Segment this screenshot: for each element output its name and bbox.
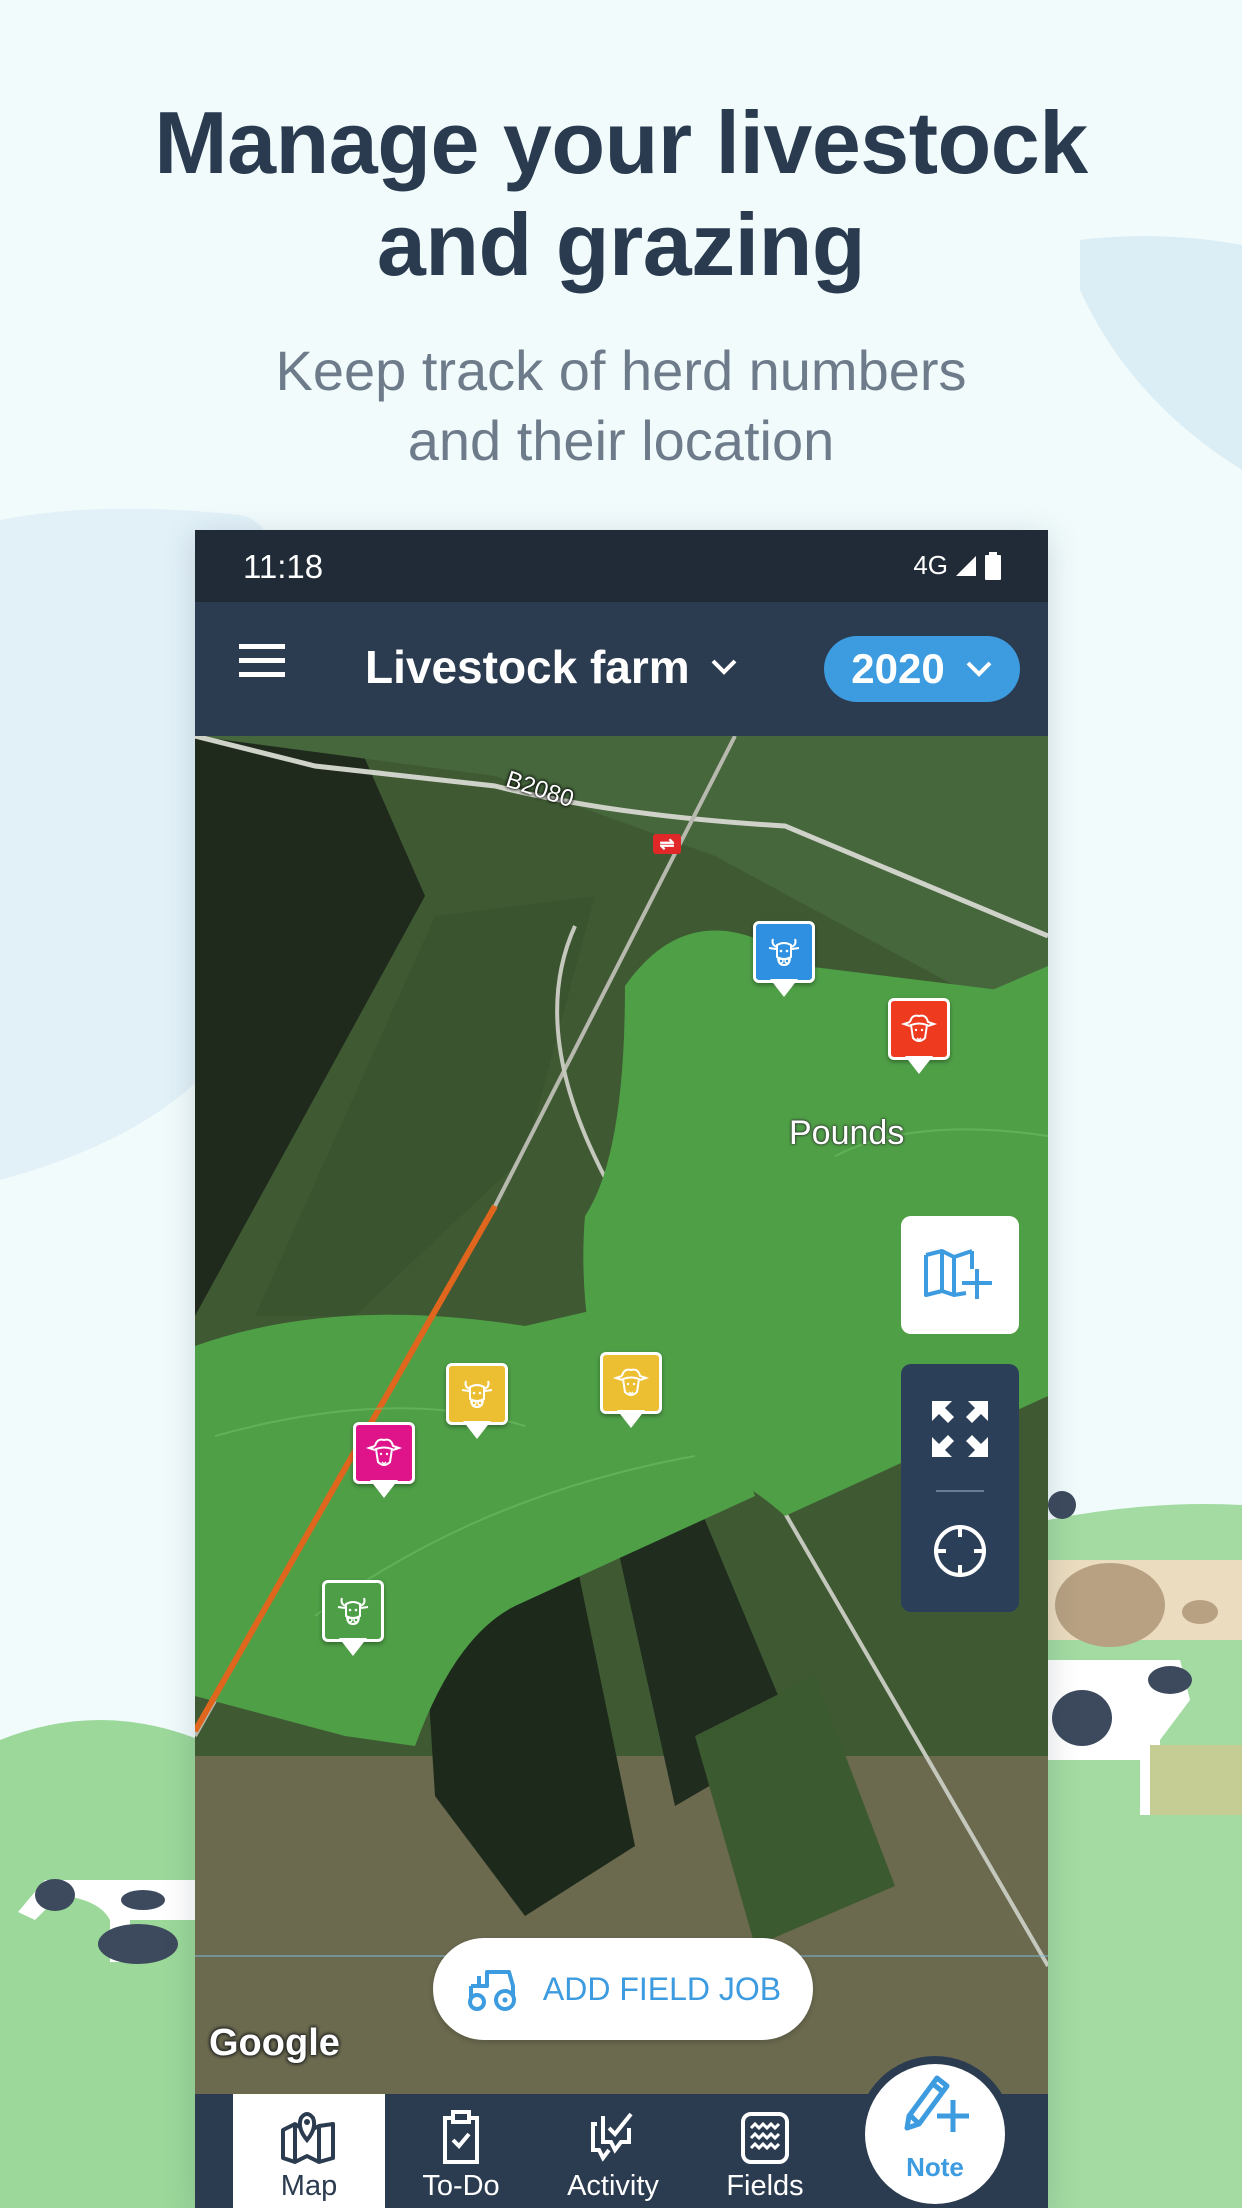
headline-line-2: and grazing (376, 195, 866, 294)
headline-line-1: Manage your livestock (154, 93, 1088, 192)
cow-icon (768, 938, 800, 967)
add-field-button[interactable] (901, 1216, 1019, 1334)
add-field-job-label: ADD FIELD JOB (542, 1970, 782, 2007)
sheep-icon (900, 1014, 938, 1042)
nav-label-map: Map (280, 2170, 338, 2202)
place-label: Pounds (789, 1114, 905, 1152)
controls-divider (936, 1490, 984, 1492)
tractor-icon (467, 1970, 516, 2011)
clipboard-check-icon (443, 2110, 479, 2164)
add-field-job-button[interactable]: ADD FIELD JOB (433, 1938, 813, 2040)
map-controls (901, 1364, 1019, 1612)
map-plus-icon (924, 1249, 992, 1299)
year-value: 2020 (851, 645, 945, 692)
promo-subline: Keep track of herd numbers and their loc… (0, 336, 1242, 476)
note-label: Note (906, 2152, 964, 2182)
expand-arrows-icon (932, 1401, 988, 1457)
google-attribution: Google (209, 2022, 340, 2064)
phone-screen: 11:18 4G Livestock farm 2020 B2080 ⇌ Pou… (195, 530, 1048, 2208)
waves-field-icon (741, 2112, 789, 2164)
cell-signal-icon (956, 555, 976, 576)
status-time: 11:18 (243, 548, 324, 585)
livestock-marker-sheep[interactable] (353, 1422, 415, 1502)
year-selector[interactable]: 2020 (824, 636, 1020, 702)
subline-line-2: and their location (407, 409, 835, 472)
nav-label-todo: To-Do (422, 2170, 500, 2202)
sheep-icon (612, 1368, 650, 1396)
livestock-marker-cattle[interactable] (322, 1580, 384, 1660)
status-indicators: 4G (913, 550, 1002, 581)
nav-tab-map[interactable]: Map (233, 2094, 385, 2208)
locate-me-button[interactable] (901, 1496, 1019, 1606)
chevron-down-icon (966, 661, 992, 677)
nav-label-activity: Activity (567, 2170, 659, 2202)
sheep-icon (365, 1438, 403, 1466)
subline-line-1: Keep track of herd numbers (275, 339, 967, 402)
livestock-marker-cattle[interactable] (446, 1363, 508, 1443)
rail-station-icon: ⇌ (653, 834, 681, 854)
promo-headline: Manage your livestock and grazing (0, 92, 1242, 296)
cow-icon (461, 1380, 493, 1409)
nav-tab-todo[interactable]: To-Do (385, 2094, 537, 2208)
livestock-marker-cattle[interactable] (753, 921, 815, 1001)
chevron-down-icon (711, 659, 737, 675)
add-note-button[interactable]: Note (865, 2064, 1005, 2204)
nav-tab-fields[interactable]: Fields (689, 2094, 841, 2208)
chat-check-icon (591, 2112, 633, 2162)
farm-selector[interactable]: Livestock farm (365, 640, 738, 694)
pencil-plus-icon (904, 2075, 969, 2132)
hamburger-menu-icon[interactable] (239, 644, 285, 684)
network-type: 4G (913, 550, 948, 580)
satellite-map[interactable]: B2080 ⇌ Pounds ADD FIELD JOB Google (195, 736, 1048, 2208)
livestock-marker-sheep[interactable] (600, 1352, 662, 1432)
livestock-marker-sheep[interactable] (888, 998, 950, 1078)
app-bar: Livestock farm 2020 (195, 602, 1048, 736)
map-pin-icon (281, 2112, 335, 2164)
farm-name: Livestock farm (365, 641, 690, 693)
cow-icon (337, 1597, 369, 1626)
nav-label-fields: Fields (726, 2170, 804, 2202)
crosshair-icon (934, 1525, 986, 1577)
nav-tab-activity[interactable]: Activity (537, 2094, 689, 2208)
status-bar: 11:18 4G (195, 530, 1048, 602)
fullscreen-button[interactable] (901, 1374, 1019, 1484)
battery-icon (985, 551, 1001, 580)
